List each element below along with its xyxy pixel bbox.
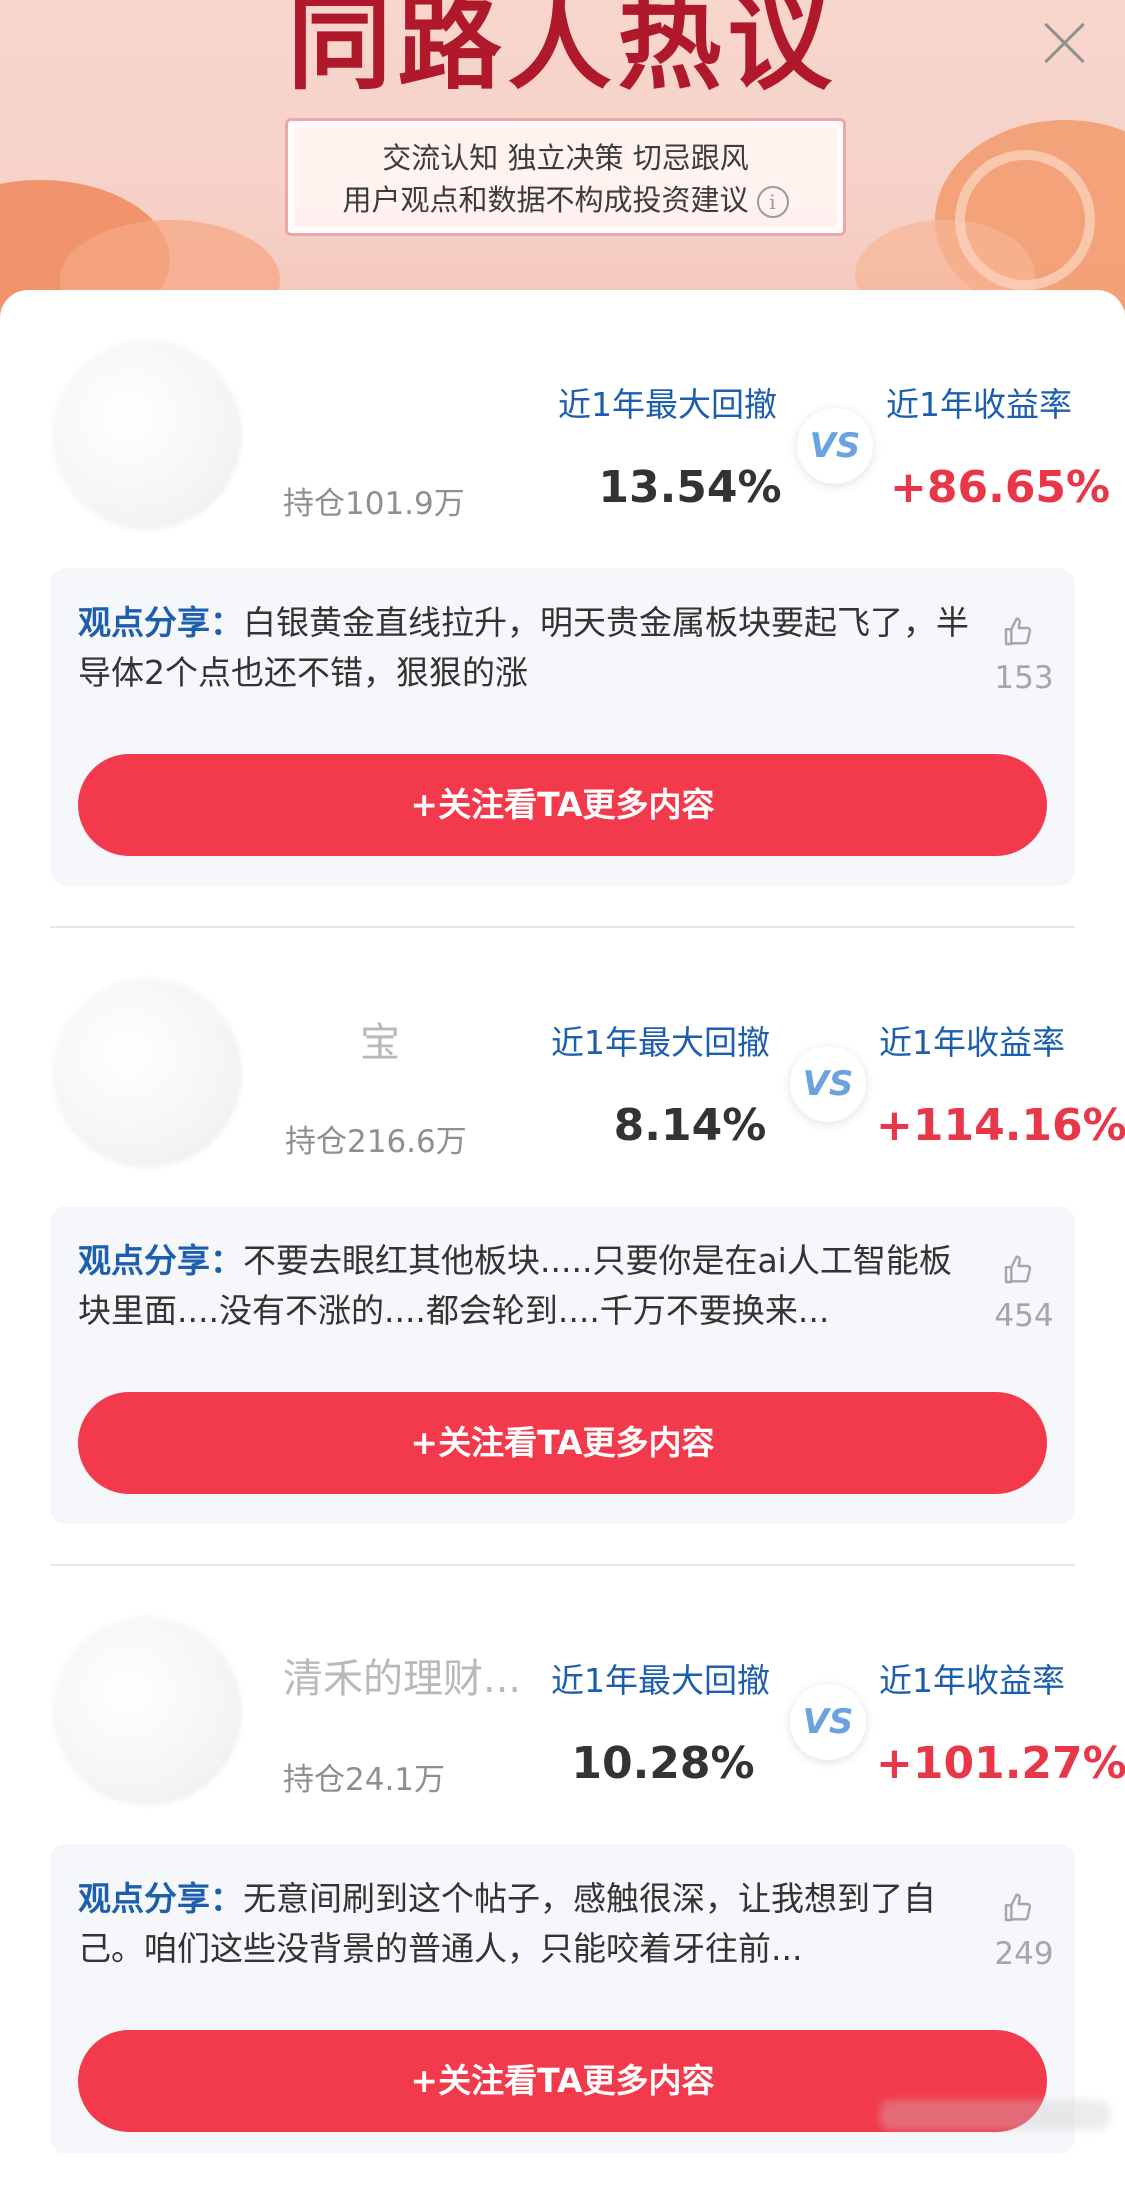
drawdown-label: 近1年最大回撤: [551, 1023, 770, 1062]
close-icon[interactable]: [1039, 18, 1089, 68]
like-count: 454: [994, 1298, 1054, 1334]
vs-badge: VS: [790, 1046, 866, 1122]
thumbs-up-icon[interactable]: [1002, 616, 1034, 648]
return-value: +114.16%: [876, 1100, 1125, 1151]
follow-button[interactable]: +关注看TA更多内容: [78, 1392, 1047, 1494]
holdings-amount: 持仓216.6万: [285, 1124, 467, 1160]
user-card: 宝 近1年最大回撤 近1年收益率 VS 持仓216.6万 8.14% +114.…: [0, 928, 1125, 1568]
opinion-box: 观点分享：不要去眼红其他板块.....只要你是在ai人工智能板块里面....没有…: [50, 1206, 1075, 1524]
hero-banner: 同路人热议 交流认知 独立决策 切忌跟风 用户观点和数据不构成投资建议 i: [0, 0, 1125, 320]
thumbs-up-icon[interactable]: [1002, 1254, 1034, 1286]
holdings-amount: 持仓101.9万: [283, 486, 465, 522]
avatar[interactable]: [52, 1616, 242, 1806]
return-label: 近1年收益率: [879, 1023, 1065, 1062]
user-card: 近1年最大回撤 近1年收益率 VS 持仓101.9万 13.54% +86.65…: [0, 290, 1125, 930]
return-label: 近1年收益率: [879, 1661, 1065, 1700]
follow-button[interactable]: +关注看TA更多内容: [78, 754, 1047, 856]
return-label: 近1年收益率: [886, 385, 1072, 424]
info-icon[interactable]: i: [756, 186, 789, 218]
notice-line-1: 交流认知 独立决策 切忌跟风: [382, 141, 749, 175]
drawdown-value: 13.54%: [598, 462, 782, 513]
drawdown-value: 8.14%: [613, 1100, 767, 1151]
like-count: 249: [994, 1936, 1054, 1972]
opinion-text[interactable]: 观点分享：无意间刷到这个帖子，感触很深，让我想到了自己。咱们这些没背景的普通人，…: [78, 1874, 978, 1974]
page-title: 同路人热议: [287, 0, 838, 104]
like-count: 153: [994, 660, 1054, 696]
vs-badge: VS: [797, 408, 873, 484]
return-value: +86.65%: [890, 462, 1111, 513]
notice-line-2-text: 用户观点和数据不构成投资建议: [342, 183, 749, 217]
vs-badge: VS: [790, 1684, 866, 1760]
username[interactable]: 宝: [360, 1010, 400, 1068]
notice-line-2: 用户观点和数据不构成投资建议 i: [288, 177, 843, 219]
thumbs-up-icon[interactable]: [1002, 1892, 1034, 1924]
return-value: +101.27%: [876, 1738, 1125, 1789]
opinion-text[interactable]: 观点分享：白银黄金直线拉升，明天贵金属板块要起飞了，半导体2个点也还不错，狠狠的…: [78, 598, 978, 698]
avatar[interactable]: [52, 978, 242, 1168]
opinion-prefix: 观点分享：: [78, 1879, 243, 1918]
disclaimer-notice: 交流认知 独立决策 切忌跟风 用户观点和数据不构成投资建议 i: [285, 118, 846, 236]
opinion-prefix: 观点分享：: [78, 603, 243, 642]
drawdown-value: 10.28%: [571, 1738, 755, 1789]
username[interactable]: 清禾的理财...: [283, 1646, 521, 1704]
drawdown-label: 近1年最大回撤: [558, 385, 777, 424]
drawdown-label: 近1年最大回撤: [551, 1661, 770, 1700]
watermark: [880, 2100, 1110, 2130]
opinion-box: 观点分享：白银黄金直线拉升，明天贵金属板块要起飞了，半导体2个点也还不错，狠狠的…: [50, 568, 1075, 886]
avatar[interactable]: [52, 340, 242, 530]
holdings-amount: 持仓24.1万: [283, 1762, 446, 1798]
opinion-text[interactable]: 观点分享：不要去眼红其他板块.....只要你是在ai人工智能板块里面....没有…: [78, 1236, 978, 1336]
opinion-prefix: 观点分享：: [78, 1241, 243, 1280]
swirl-decoration: [955, 150, 1095, 290]
content-panel: 近1年最大回撤 近1年收益率 VS 持仓101.9万 13.54% +86.65…: [0, 290, 1125, 2154]
